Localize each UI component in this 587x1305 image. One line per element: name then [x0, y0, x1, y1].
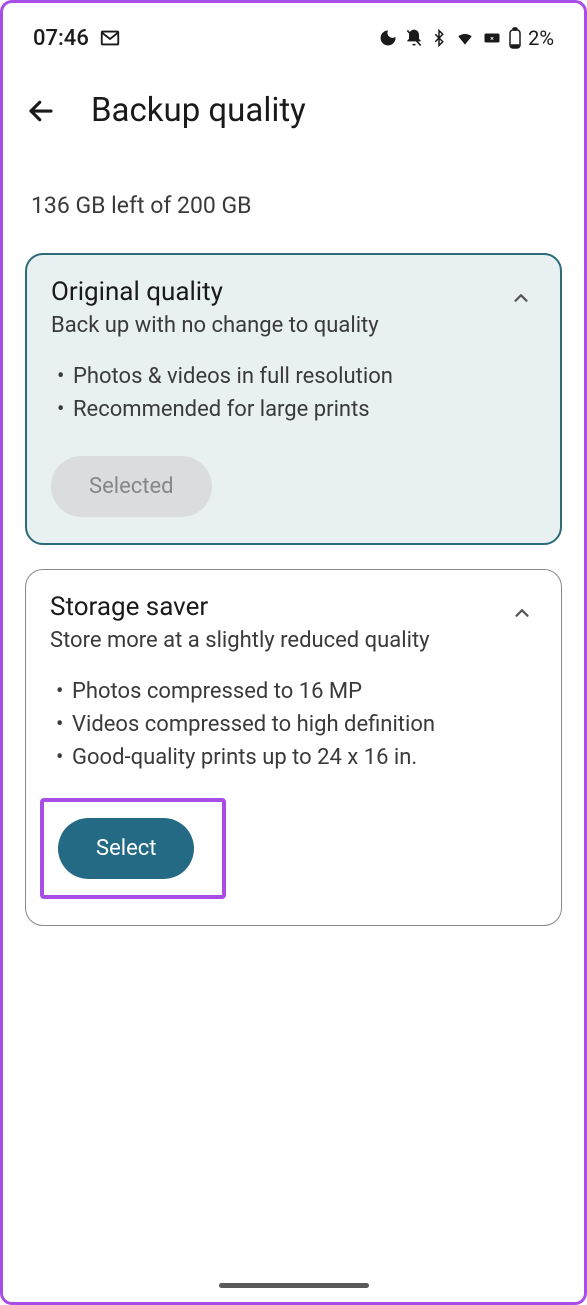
card-title: Original quality [51, 277, 379, 307]
bullet-item: Videos compressed to high definition [72, 708, 537, 741]
header: Backup quality [3, 63, 584, 154]
status-right: × 2% [378, 26, 554, 50]
card-header: Storage saver Store more at a slightly r… [50, 592, 537, 675]
back-button[interactable] [23, 93, 59, 129]
card-header: Original quality Back up with no change … [51, 277, 536, 360]
cards-container: Original quality Back up with no change … [3, 253, 584, 926]
signal-icon: × [482, 29, 502, 47]
battery-icon [508, 27, 522, 49]
card-subtitle: Back up with no change to quality [51, 313, 379, 338]
collapse-button[interactable] [507, 598, 537, 628]
bullet-list: Photos compressed to 16 MP Videos compre… [50, 675, 537, 774]
storage-info: 136 GB left of 200 GB [3, 154, 584, 253]
wifi-icon [454, 28, 476, 48]
status-time: 07:46 [33, 26, 89, 51]
chevron-up-icon [510, 287, 532, 309]
storage-saver-card[interactable]: Storage saver Store more at a slightly r… [25, 569, 562, 926]
bullet-item: Photos compressed to 16 MP [72, 675, 537, 708]
bullet-item: Good-quality prints up to 24 x 16 in. [72, 741, 537, 774]
battery-percentage: 2% [528, 26, 554, 50]
dnd-moon-icon [378, 28, 398, 48]
chevron-up-icon [511, 602, 533, 624]
bullet-list: Photos & videos in full resolution Recom… [51, 360, 536, 426]
gmail-icon [99, 27, 121, 49]
card-text-block: Storage saver Store more at a slightly r… [50, 592, 430, 675]
card-title: Storage saver [50, 592, 430, 622]
bullet-item: Recommended for large prints [73, 393, 536, 426]
bluetooth-icon [430, 28, 448, 48]
svg-text:×: × [490, 34, 494, 42]
card-text-block: Original quality Back up with no change … [51, 277, 379, 360]
selected-button: Selected [51, 456, 212, 517]
mute-icon [404, 28, 424, 48]
original-quality-card[interactable]: Original quality Back up with no change … [25, 253, 562, 545]
highlight-annotation: Select [40, 798, 226, 899]
card-subtitle: Store more at a slightly reduced quality [50, 628, 430, 653]
collapse-button[interactable] [506, 283, 536, 313]
select-button[interactable]: Select [58, 818, 194, 879]
home-indicator[interactable] [219, 1283, 369, 1288]
page-title: Backup quality [91, 91, 306, 130]
status-left: 07:46 [33, 26, 121, 51]
status-bar: 07:46 [3, 3, 584, 63]
arrow-left-icon [26, 96, 56, 126]
bullet-item: Photos & videos in full resolution [73, 360, 536, 393]
